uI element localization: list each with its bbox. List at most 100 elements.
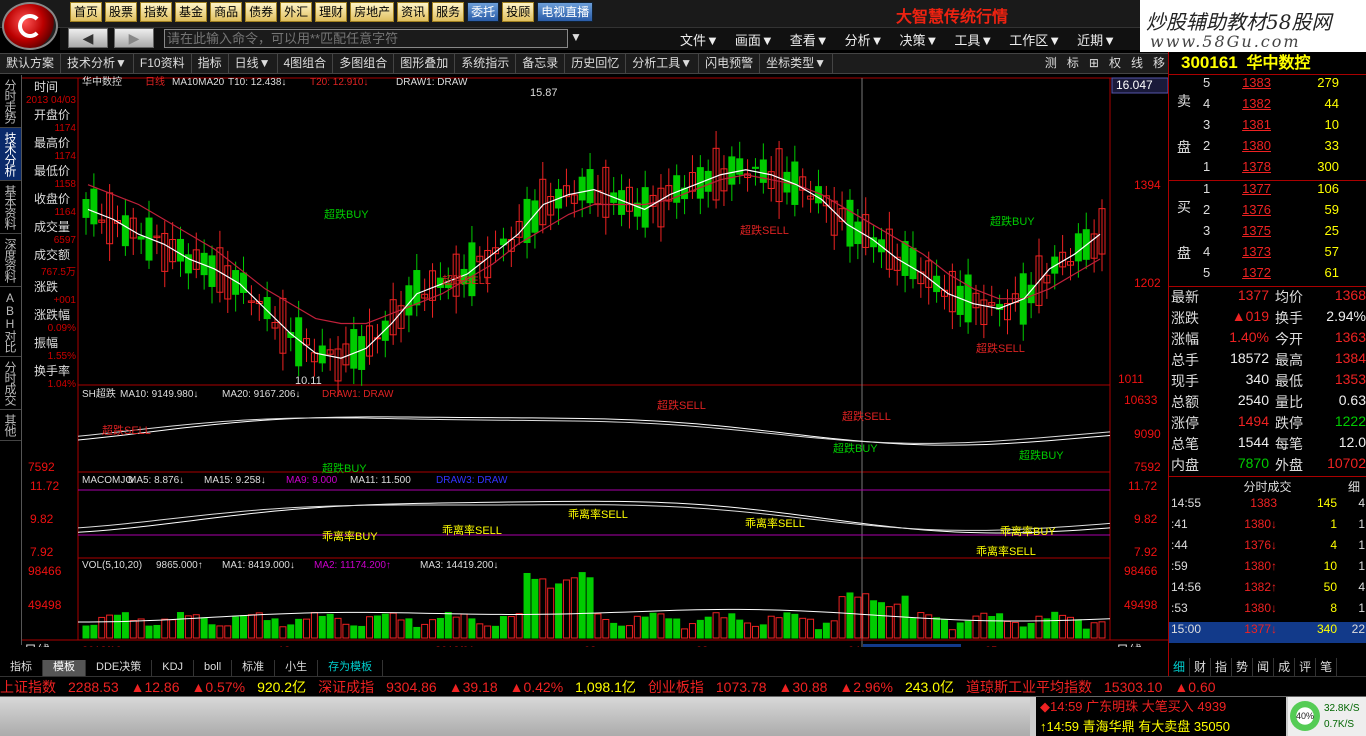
toolbar-item-10[interactable]: 历史回忆 (565, 54, 627, 73)
buy-price[interactable]: 1377 (1221, 181, 1271, 196)
nav-item-8[interactable]: 房地产 (350, 2, 395, 22)
right-tab-6[interactable]: 评 (1295, 658, 1317, 676)
indicator-tab-4[interactable]: boll (194, 660, 233, 676)
toolbar-item-3[interactable]: 指标 (192, 54, 229, 73)
menu-3[interactable]: 分析▼ (845, 30, 884, 49)
right-tab-3[interactable]: 势 (1232, 658, 1254, 676)
right-tab-1[interactable]: 财 (1190, 658, 1212, 676)
nav-item-11[interactable]: 委托 (467, 2, 500, 22)
sell-price[interactable]: 1383 (1221, 75, 1271, 90)
right-tab-0[interactable]: 细 (1169, 658, 1191, 676)
info-value-2: 1174 (54, 151, 76, 162)
toolbar-item-8[interactable]: 系统指示 (455, 54, 517, 73)
menu-6[interactable]: 工作区▼ (1009, 30, 1061, 49)
buy-price[interactable]: 1376 (1221, 202, 1271, 217)
right-tab-2[interactable]: 指 (1211, 658, 1233, 676)
toolbar-item-0[interactable]: 默认方案 (0, 54, 62, 73)
menu-2[interactable]: 查看▼ (790, 30, 829, 49)
sell-price[interactable]: 1382 (1221, 96, 1271, 111)
nav-item-10[interactable]: 服务 (432, 2, 465, 22)
alerts-box[interactable]: ◆14:59 广东明珠 大笔买入 4939 ↑14:59 青海华鼎 有大卖盘 35… (1036, 697, 1286, 736)
indicator-tab-6[interactable]: 小生 (275, 660, 319, 676)
volume-bar (1074, 619, 1082, 639)
sell-price[interactable]: 1381 (1221, 117, 1271, 132)
toolbar-item-7[interactable]: 图形叠加 (394, 54, 456, 73)
command-input[interactable] (164, 29, 568, 48)
right-tab-4[interactable]: 闻 (1253, 658, 1275, 676)
toolbar-item-5[interactable]: 4图组合 (278, 54, 334, 73)
trade-row[interactable]: 15:00 1377↓ 340 22 (1169, 622, 1366, 643)
nav-item-13[interactable]: 电视直播 (537, 2, 594, 22)
toolbar-right-1[interactable]: 标 (1062, 54, 1084, 73)
volume-bar (964, 620, 972, 639)
indicator-tab-1[interactable]: 模板 (43, 660, 86, 676)
sh-signal-4: 超跌BUY (1019, 448, 1064, 462)
trade-row[interactable]: :59 1380↑ 10 1 (1169, 559, 1366, 580)
toolbar-right-3[interactable]: 权 (1104, 54, 1126, 73)
nav-item-5[interactable]: 债券 (245, 2, 278, 22)
forward-button[interactable]: ▶ (114, 28, 154, 48)
toolbar-right-4[interactable]: 线 (1126, 54, 1148, 73)
indicator-tab-0[interactable]: 指标 (0, 660, 43, 676)
menu-0[interactable]: 文件▼ (680, 30, 719, 49)
trade-detail-tab[interactable]: 细 (1348, 477, 1360, 497)
sell-price[interactable]: 1378 (1221, 159, 1271, 174)
toolbar-right-2[interactable]: ⊞ (1084, 54, 1104, 73)
menu-1[interactable]: 画面▼ (735, 30, 774, 49)
vol-axis-1: 49498 (1124, 598, 1158, 612)
nav-item-9[interactable]: 资讯 (397, 2, 430, 22)
trade-row[interactable]: :53 1380↓ 8 1 (1169, 601, 1366, 622)
nav-item-3[interactable]: 基金 (175, 2, 208, 22)
toolbar-item-9[interactable]: 备忘录 (516, 54, 566, 73)
alert-item[interactable]: ◆14:59 广东明珠 大笔买入 4939 (1036, 697, 1286, 717)
trade-row[interactable]: :41 1380↓ 1 1 (1169, 517, 1366, 538)
menu-5[interactable]: 工具▼ (954, 30, 993, 49)
toolbar-item-1[interactable]: 技术分析▼ (61, 54, 134, 73)
trade-row[interactable]: :44 1376↓ 4 1 (1169, 538, 1366, 559)
trade-count: 1 (1358, 517, 1365, 531)
macd-signal-1: 乖离率SELL (442, 523, 502, 537)
sell-orderbook: 卖 盘 5 1383 279 4 1382 44 3 1381 10 2 1380 33 1 1378 30… (1169, 74, 1366, 180)
toolbar-item-6[interactable]: 多图组合 (333, 54, 395, 73)
menu-4[interactable]: 决策▼ (900, 30, 939, 49)
right-tab-7[interactable]: 笔 (1316, 658, 1338, 676)
volume-bar (688, 623, 696, 639)
buy-price[interactable]: 1372 (1221, 265, 1271, 280)
indicator-tab-5[interactable]: 标准 (232, 660, 276, 676)
command-dropdown-icon[interactable]: ▼ (570, 30, 582, 44)
kline-chart[interactable]: 华中数控 日线 MA10MA20 T10: 12.438↓ T20: 12.910↓ DR… (0, 75, 1169, 659)
indicator-tab-3[interactable]: KDJ (152, 660, 195, 676)
buy-price[interactable]: 1373 (1221, 244, 1271, 259)
toolbar-right-5[interactable]: 移 (1148, 54, 1170, 73)
macd-ma15: MA15: 9.258↓ (204, 475, 266, 486)
toolbar-right-0[interactable]: 测 (1040, 54, 1062, 73)
nav-item-1[interactable]: 股票 (105, 2, 138, 22)
volume-bar (397, 619, 405, 639)
toolbar-item-13[interactable]: 坐标类型▼ (760, 54, 834, 73)
toolbar-item-11[interactable]: 分析工具▼ (626, 54, 700, 73)
trade-price: 1382↑ (1244, 580, 1277, 594)
volume-bar (783, 612, 791, 639)
indicator-tab-7[interactable]: 存为模板 (318, 660, 384, 676)
sell-price[interactable]: 1380 (1221, 138, 1271, 153)
nav-item-2[interactable]: 指数 (140, 2, 173, 22)
toolbar-item-12[interactable]: 闪电预警 (699, 54, 761, 73)
alert-item[interactable]: ↑14:59 青海华鼎 有大卖盘 35050 (1036, 717, 1286, 736)
toolbar-item-4[interactable]: 日线▼ (229, 54, 278, 73)
nav-item-6[interactable]: 外汇 (280, 2, 313, 22)
buy-price[interactable]: 1375 (1221, 223, 1271, 238)
back-button[interactable]: ◀ (68, 28, 108, 48)
menu-7[interactable]: 近期▼ (1077, 30, 1116, 49)
trade-row[interactable]: 14:56 1382↑ 50 4 (1169, 580, 1366, 601)
trade-row[interactable]: 14:55 1383 145 4 (1169, 496, 1366, 517)
app-logo[interactable] (2, 2, 58, 50)
right-tab-5[interactable]: 成 (1274, 658, 1296, 676)
toolbar-item-2[interactable]: F10资料 (134, 54, 192, 73)
price-signal-1: 超跌SELL (442, 273, 491, 287)
trade-price: 1377↓ (1244, 622, 1277, 636)
nav-item-7[interactable]: 理财 (315, 2, 348, 22)
nav-item-12[interactable]: 投顾 (502, 2, 535, 22)
indicator-tab-2[interactable]: DDE决策 (86, 660, 153, 676)
nav-item-4[interactable]: 商品 (210, 2, 243, 22)
nav-item-0[interactable]: 首页 (70, 2, 103, 22)
